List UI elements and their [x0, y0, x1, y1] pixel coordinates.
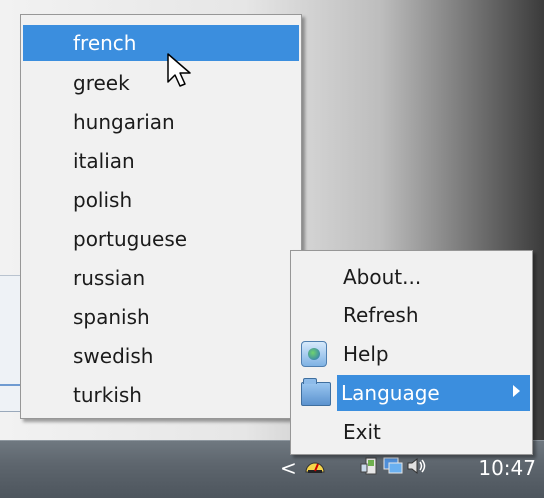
- menu-item-label: spanish: [73, 305, 150, 329]
- menu-item-label: polish: [73, 188, 133, 212]
- menu-item-language[interactable]: Language: [337, 375, 530, 411]
- menu-item-french[interactable]: french: [23, 25, 299, 61]
- globe-icon: [308, 348, 320, 360]
- speedometer-icon[interactable]: [304, 456, 326, 476]
- menu-item-spanish[interactable]: spanish: [23, 299, 299, 335]
- menu-item-label: turkish: [73, 383, 142, 407]
- volume-icon[interactable]: [406, 456, 428, 476]
- network-icon[interactable]: [360, 456, 382, 476]
- menu-item-label: italian: [73, 149, 135, 173]
- menu-item-help[interactable]: Help: [293, 336, 530, 372]
- menu-item-label: About...: [343, 265, 422, 289]
- menu-item-label: Language: [341, 381, 440, 405]
- menu-item-label: Exit: [343, 420, 381, 444]
- menu-item-russian[interactable]: russian: [23, 260, 299, 296]
- menu-item-about[interactable]: About...: [293, 259, 530, 295]
- menu-item-greek[interactable]: greek: [23, 65, 299, 101]
- show-hidden-icons-button[interactable]: <: [280, 458, 297, 478]
- menu-item-hungarian[interactable]: hungarian: [23, 104, 299, 140]
- menu-item-label: hungarian: [73, 110, 175, 134]
- folder-icon: [301, 378, 331, 406]
- language-submenu: french greek hungarian italian polish po…: [20, 14, 302, 419]
- mouse-cursor-icon: [167, 53, 191, 87]
- menu-item-polish[interactable]: polish: [23, 182, 299, 218]
- menu-item-label: french: [73, 31, 137, 55]
- menu-item-italian[interactable]: italian: [23, 143, 299, 179]
- menu-item-turkish[interactable]: turkish: [23, 377, 299, 413]
- menu-item-swedish[interactable]: swedish: [23, 338, 299, 374]
- menu-item-refresh[interactable]: Refresh: [293, 297, 530, 333]
- menu-item-label: swedish: [73, 344, 154, 368]
- menu-item-label: russian: [73, 266, 146, 290]
- menu-item-exit[interactable]: Exit: [293, 414, 530, 450]
- menu-item-label: Help: [343, 342, 389, 366]
- menu-item-label: Refresh: [343, 303, 419, 327]
- menu-item-label: greek: [73, 71, 130, 95]
- help-icon: [301, 341, 327, 367]
- menu-item-portuguese[interactable]: portuguese: [23, 221, 299, 257]
- submenu-arrow-icon: [513, 385, 520, 397]
- monitor-icon[interactable]: [382, 456, 404, 476]
- menu-item-label: portuguese: [73, 227, 188, 251]
- tray-context-menu: About... Refresh Help Language Exit: [290, 250, 533, 455]
- clock[interactable]: 10:47: [478, 456, 536, 480]
